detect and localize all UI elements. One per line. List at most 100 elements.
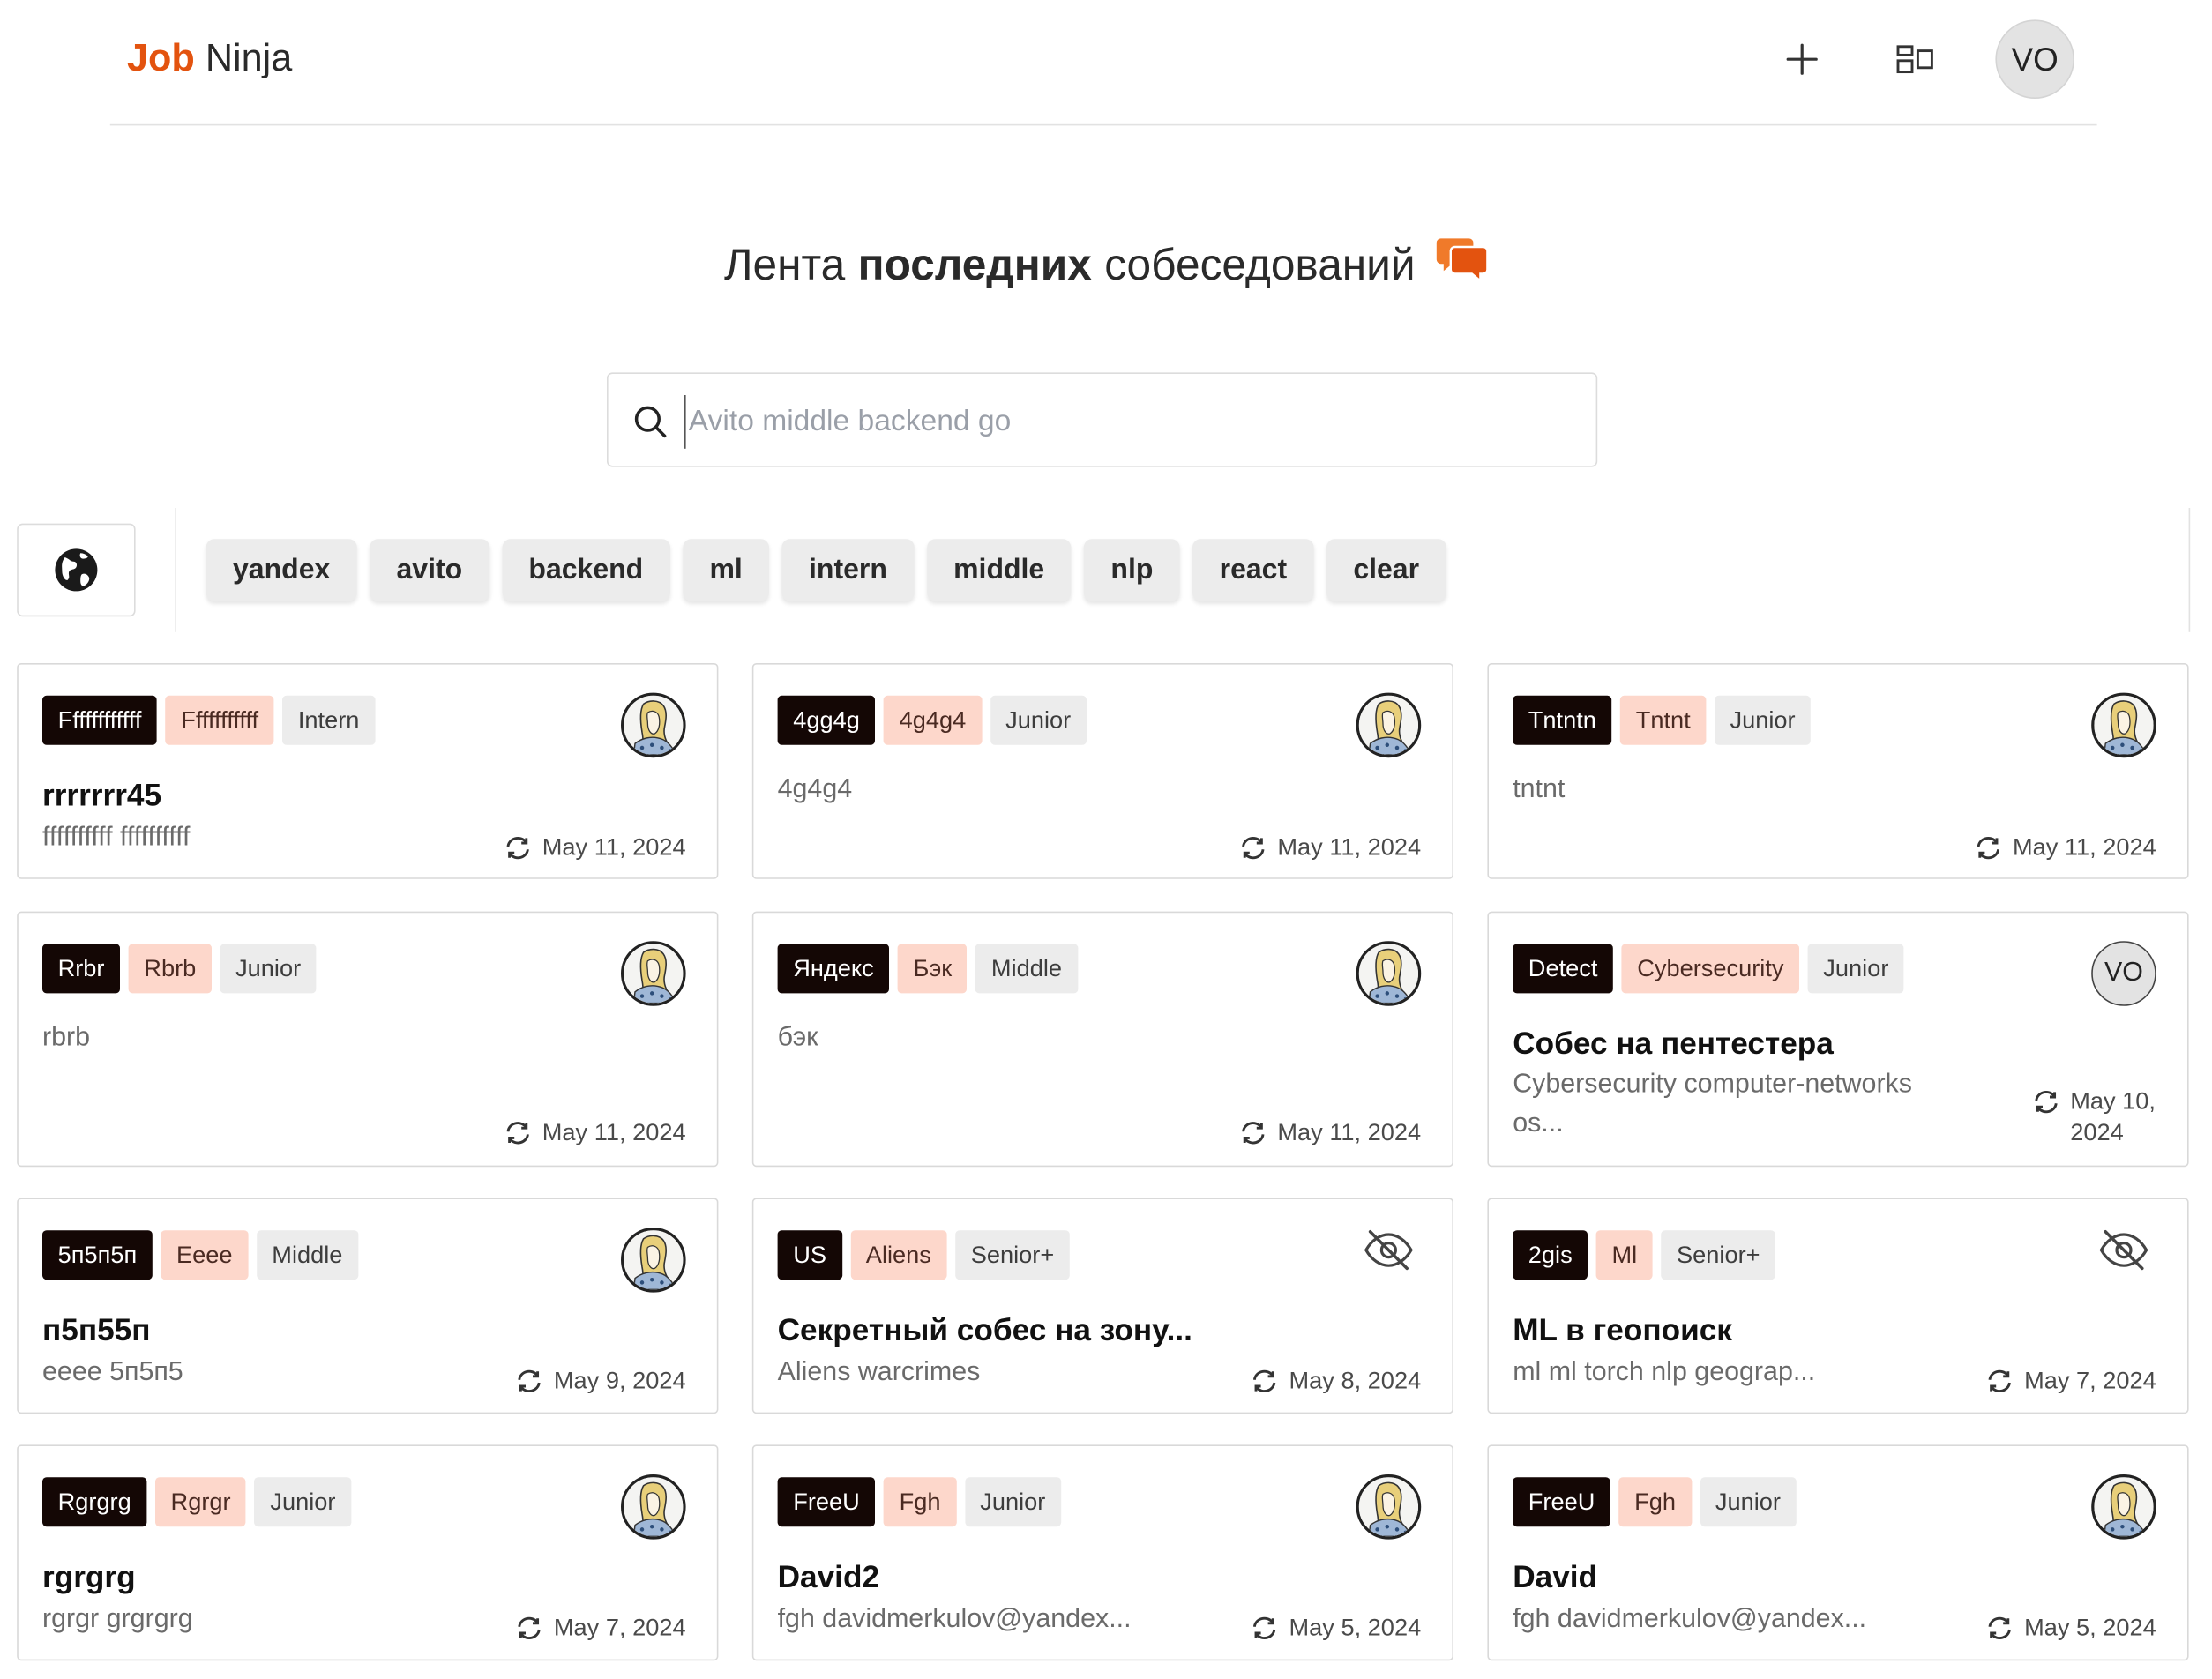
level-tag: Junior [1714,695,1812,745]
role-tag: Fffffffffff [165,695,274,745]
company-tag: US [777,1230,842,1280]
page-title: Лента последних собеседований [0,235,2212,295]
card-description: eeee 5п5п5 [42,1357,183,1387]
date-text: May 11, 2024 [2012,833,2156,861]
search-input[interactable] [684,395,1566,449]
eye-off-icon[interactable] [1362,1228,1416,1280]
top-header: Job Ninja VO [109,0,2097,126]
chip-backend[interactable]: backend [502,539,670,601]
card-description: ml ml torch nlp geograp... [1513,1357,1816,1387]
author-avatar[interactable] [621,692,686,758]
refresh-icon [516,1369,544,1394]
company-tag: Яндекс [777,944,890,994]
refresh-icon [1975,835,2003,861]
level-tag: Middle [975,944,1078,994]
chip-yandex[interactable]: yandex [206,539,357,601]
author-avatar[interactable] [2091,1474,2156,1540]
author-avatar[interactable]: VO [2091,941,2156,1006]
card-date: May 7, 2024 [1986,1367,2156,1395]
eye-off-icon[interactable] [2097,1228,2151,1280]
date-text: May 10, 2024 [2070,1087,2156,1146]
card-description: бэк [777,1023,818,1053]
interview-card[interactable]: Detect Cybersecurity Junior VO Собес на … [1487,911,2189,1168]
user-avatar[interactable]: VO [1995,19,2074,99]
card-date: May 11, 2024 [504,834,686,862]
interview-card[interactable]: Ffffffffffff Fffffffffff Intern rrrrrrr4… [17,663,719,879]
role-tag: Ml [1595,1230,1653,1280]
level-tag: Junior [1807,944,1904,994]
date-text: May 11, 2024 [1277,833,1422,861]
level-tag: Junior [1700,1477,1797,1527]
level-tag: Junior [254,1477,352,1527]
role-tag: Rbrb [128,944,212,994]
role-tag: Eeee [161,1230,249,1280]
card-title: Секретный собес на зону... [777,1312,1192,1347]
card-description: 4g4g4 [777,774,853,804]
author-avatar[interactable] [1356,692,1422,758]
tag-chips: yandex avito backend ml intern middle nl… [206,539,1459,601]
layout-toggle-icon [1896,45,1933,74]
interview-card[interactable]: US Aliens Senior+ Секретный собес на зон… [751,1198,1453,1414]
title-bold: последних [857,240,1092,289]
company-tag: 5п5п5п [42,1230,153,1280]
date-text: May 11, 2024 [1277,1118,1422,1146]
card-title: David [1513,1559,1598,1594]
author-avatar[interactable] [621,1474,686,1540]
card-description: Aliens warcrimes [777,1357,981,1387]
interview-card[interactable]: Rrbr Rbrb Junior rbrb May 11, 2024 [17,911,719,1168]
interview-card[interactable]: FreeU Fgh Junior David fgh davidmerkulov… [1487,1444,2189,1661]
author-avatar[interactable] [621,1228,686,1293]
interview-card[interactable]: 4gg4g 4g4g4 Junior 4g4g4 May 11, 2024 [751,663,1453,879]
card-title: David2 [777,1559,880,1594]
author-avatar[interactable] [1356,941,1422,1006]
level-tag: Senior+ [1661,1230,1776,1280]
company-tag: FreeU [777,1477,876,1527]
interview-card[interactable]: 5п5п5п Eeee Middle п5п55п eeee 5п5п5 May… [17,1198,719,1414]
card-description: rbrb [42,1023,91,1053]
layout-toggle-button[interactable] [1882,26,1947,92]
chip-middle[interactable]: middle [926,539,1072,601]
card-date: May 5, 2024 [1986,1614,2156,1642]
date-text: May 5, 2024 [1289,1614,1422,1641]
card-title: п5п55п [42,1312,151,1347]
date-text: May 7, 2024 [553,1614,686,1641]
chip-ml[interactable]: ml [683,539,770,601]
refresh-icon [1986,1616,2014,1641]
interview-card[interactable]: Rgrgrg Rgrgr Junior rgrgrg rgrgr grgrgrg… [17,1444,719,1661]
interview-card[interactable]: Tntntn Tntnt Junior tntnt May 11, 2024 [1487,663,2189,879]
interview-card[interactable]: Яндекс Бэк Middle бэк May 11, 2024 [751,911,1453,1168]
date-text: May 11, 2024 [542,833,686,861]
interview-card[interactable]: 2gis Ml Senior+ ML в геопоиск ml ml torc… [1487,1198,2189,1414]
role-tag: Cybersecurity [1621,944,1800,994]
company-tag: 4gg4g [777,695,876,745]
chip-avito[interactable]: avito [370,539,489,601]
company-tag: Ffffffffffff [42,695,158,745]
globe-filter-button[interactable] [17,523,136,617]
role-tag: Rgrgr [154,1477,247,1527]
date-text: May 11, 2024 [542,1118,686,1146]
chip-nlp[interactable]: nlp [1084,539,1180,601]
globe-icon [55,548,98,592]
refresh-icon [516,1616,544,1641]
card-date: May 11, 2024 [1239,1119,1421,1147]
author-avatar[interactable] [621,941,686,1006]
level-tag: Intern [282,695,375,745]
card-date: May 11, 2024 [504,1119,686,1147]
company-tag: Rgrgrg [42,1477,147,1527]
author-avatar[interactable] [2091,692,2156,758]
interview-card[interactable]: FreeU Fgh Junior David2 fgh davidmerkulo… [751,1444,1453,1661]
logo[interactable]: Job Ninja [127,37,292,81]
plus-icon [1786,43,1818,75]
filter-bar: yandex avito backend ml intern middle nl… [17,508,2191,632]
card-date: May 7, 2024 [516,1614,686,1642]
chip-intern[interactable]: intern [781,539,915,601]
chip-clear[interactable]: clear [1326,539,1446,601]
card-date: May 5, 2024 [1251,1614,1421,1642]
level-tag: Senior+ [955,1230,1070,1280]
chat-bubbles-icon [1435,235,1489,295]
refresh-icon [1251,1369,1279,1394]
author-avatar[interactable] [1356,1474,1422,1540]
add-interview-button[interactable] [1769,26,1835,92]
chip-react[interactable]: react [1192,539,1314,601]
card-date: May 11, 2024 [1239,834,1421,862]
